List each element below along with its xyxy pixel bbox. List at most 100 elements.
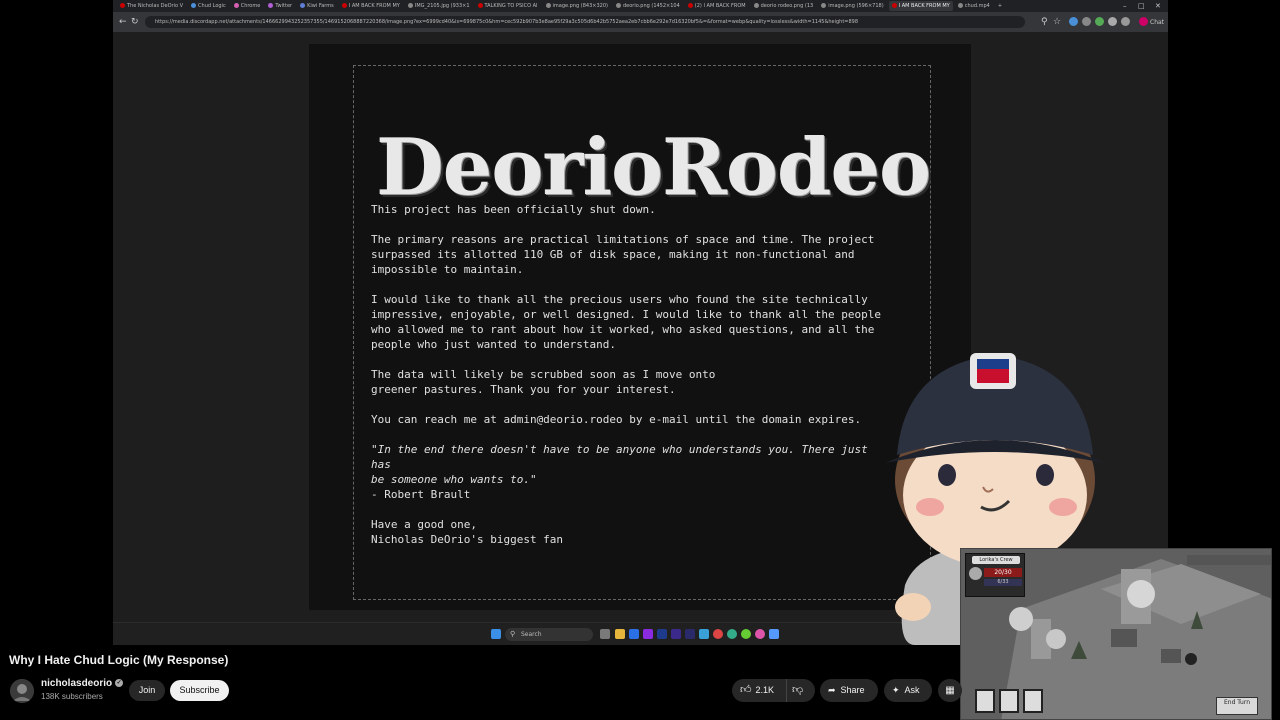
browser-tab[interactable]: I AM BACK FROM MY [339, 1, 403, 11]
subscribe-button[interactable]: Subscribe [170, 680, 229, 701]
avatar-blush [916, 498, 944, 516]
avatar-hand [895, 593, 931, 621]
browser-tab[interactable]: deorio.png (1452×104 [613, 1, 683, 11]
extension-icon[interactable] [1108, 17, 1117, 26]
browser-tab[interactable]: Twitter [265, 1, 295, 11]
channel-name[interactable]: nicholasdeorio ✓ [41, 678, 124, 689]
tab-label: I AM BACK FROM MY [348, 3, 400, 9]
maximize-icon[interactable]: □ [1138, 0, 1145, 12]
browser-tab[interactable]: I AM BACK FROM MY [888, 1, 953, 11]
app-icon[interactable] [741, 629, 751, 639]
browser-tab[interactable]: Chud Logic [188, 1, 229, 11]
ability-card[interactable] [1023, 689, 1043, 713]
new-tab-icon[interactable]: + [995, 1, 1005, 11]
dislike-button[interactable]: 👎︎ [792, 679, 812, 702]
tab-favicon-icon [615, 3, 621, 8]
end-turn-button[interactable]: End Turn [1216, 697, 1258, 715]
dislike-icon: 👎︎ [792, 684, 804, 696]
reload-icon[interactable]: ↻ [131, 16, 139, 28]
tab-favicon-icon [753, 3, 759, 8]
taskbar-search[interactable]: ⚲ Search [505, 628, 593, 641]
tab-favicon-icon [120, 3, 125, 8]
like-icon: 👍︎ [740, 684, 752, 696]
app-icon[interactable] [685, 629, 695, 639]
tab-label: chud.mp4 [964, 3, 990, 9]
tab-label: Twitter [275, 3, 293, 9]
notice-paragraph: You can reach me at admin@deorio.rodeo b… [371, 413, 862, 426]
tab-favicon-icon [233, 3, 239, 8]
star-icon[interactable]: ☆ [1053, 16, 1061, 28]
browser-tab[interactable]: TALKING TO PSICO AI [475, 1, 541, 11]
ask-button[interactable]: ✦ Ask [884, 679, 932, 702]
ability-card[interactable] [999, 689, 1019, 713]
app-icon[interactable] [755, 629, 765, 639]
browser-tab[interactable]: image.png (843×320) [543, 1, 611, 11]
deorio-rodeo-logo: DeorioRodeo [376, 122, 931, 213]
windows-start-icon[interactable] [491, 629, 501, 639]
video-title: Why I Hate Chud Logic (My Response) [9, 653, 229, 667]
app-icon[interactable] [643, 629, 653, 639]
tab-label: image.png (596×718) [828, 3, 884, 9]
tab-favicon-icon [407, 3, 413, 8]
shutdown-notice: This project has been officially shut do… [371, 202, 891, 562]
video-frame: The Nicholas DeOrio V Chud Logic Chrome Twi… [0, 0, 1280, 720]
join-button[interactable]: Join [129, 680, 165, 701]
minimize-icon[interactable]: – [1123, 0, 1127, 12]
like-button[interactable]: 👍︎ 2.1K [732, 679, 787, 702]
chat-icon[interactable] [1139, 17, 1148, 26]
tab-favicon-icon [891, 3, 897, 8]
party-status-panel: Lorika's Crew 20/30 6/33 [965, 553, 1025, 597]
tab-favicon-icon [300, 3, 306, 8]
share-button[interactable]: ➦ Share [820, 679, 878, 702]
channel-name-text: nicholasdeorio [41, 678, 113, 689]
profile-icon[interactable] [1121, 17, 1130, 26]
save-button[interactable]: ▦ [938, 679, 962, 702]
browser-tab[interactable]: image.png (596×718) [818, 1, 886, 11]
tab-label: TALKING TO PSICO AI [484, 3, 538, 9]
app-icon[interactable] [699, 629, 709, 639]
browser-tab[interactable]: chud.mp4 [955, 1, 993, 11]
app-icon[interactable] [727, 629, 737, 639]
close-icon[interactable]: ✕ [1155, 0, 1161, 12]
tab-favicon-icon [191, 3, 197, 8]
notice-paragraph: The data will likely be scrubbed soon as… [371, 368, 716, 396]
subscriber-count: 138K subscribers [41, 692, 103, 701]
notice-paragraph: I would like to thank all the precious u… [371, 293, 881, 351]
ability-card[interactable] [975, 689, 995, 713]
tab-label: Chrome [240, 3, 261, 9]
ability-cards [975, 689, 1065, 719]
rangers-logo-stripe [977, 369, 1009, 383]
notice-quote: "In the end there doesn't have to be any… [371, 443, 868, 486]
secondary-stat: 6/33 [984, 579, 1022, 586]
chrome-icon[interactable] [713, 629, 723, 639]
task-view-icon[interactable] [600, 629, 610, 639]
browser-tab[interactable]: The Nicholas DeOrio V [117, 1, 186, 11]
browser-tab[interactable]: Kiwi Farms [297, 1, 337, 11]
extension-icon[interactable] [1069, 17, 1078, 26]
extension-icon[interactable] [1095, 17, 1104, 26]
back-icon[interactable]: ← [119, 16, 127, 28]
browser-tab[interactable]: (2) I AM BACK FROM [685, 1, 749, 11]
url-input[interactable]: https://media.discordapp.net/attachments… [145, 16, 1025, 28]
avatar-image [10, 679, 34, 703]
zoom-icon[interactable]: ⚲ [1041, 16, 1048, 28]
browser-tab[interactable]: deorio rodeo.png (13 [751, 1, 817, 11]
like-dislike-group: 👍︎ 2.1K 👎︎ [732, 679, 815, 702]
avatar-eye [1036, 464, 1054, 486]
tab-label: I AM BACK FROM MY [898, 3, 950, 9]
share-icon: ➦ [828, 685, 836, 695]
file-explorer-icon[interactable] [615, 629, 625, 639]
browser-tab[interactable]: Chrome [231, 1, 264, 11]
channel-avatar[interactable] [10, 679, 34, 703]
tab-favicon-icon [957, 3, 963, 8]
premiere-icon[interactable] [671, 629, 681, 639]
app-icon[interactable] [769, 629, 779, 639]
extension-icon[interactable] [1082, 17, 1091, 26]
photoshop-icon[interactable] [657, 629, 667, 639]
app-icon[interactable] [629, 629, 639, 639]
tab-label: IMG_2105.jpg (933×1 [414, 3, 470, 9]
browser-tab[interactable]: IMG_2105.jpg (933×1 [405, 1, 473, 11]
chat-label[interactable]: Chat [1150, 17, 1164, 29]
notice-paragraph: The primary reasons are practical limita… [371, 233, 875, 276]
tab-strip: The Nicholas DeOrio V Chud Logic Chrome Twi… [113, 0, 1168, 12]
